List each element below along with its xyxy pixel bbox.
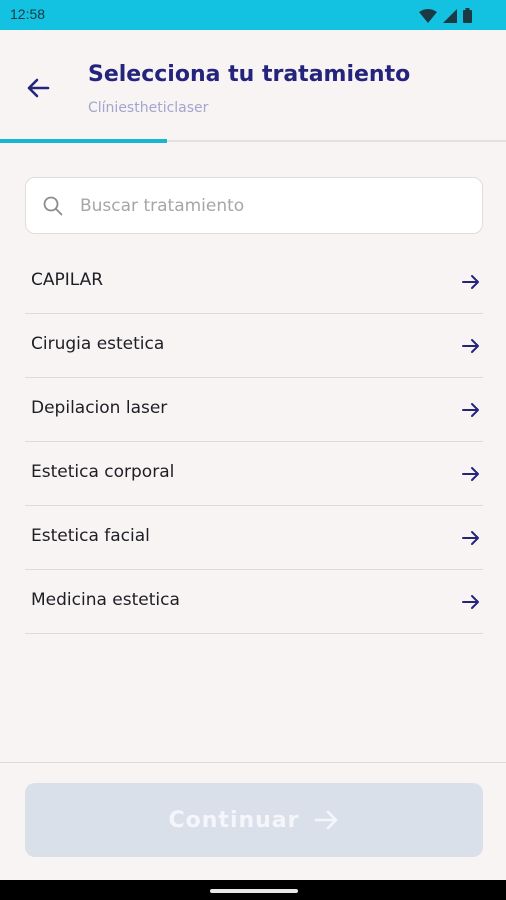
treatment-label: Cirugia estetica	[31, 334, 165, 354]
page-title: Selecciona tu tratamiento	[88, 62, 411, 87]
arrow-right-icon	[462, 467, 479, 481]
treatment-item-0[interactable]: CAPILAR	[25, 250, 483, 314]
search-box[interactable]	[25, 177, 483, 234]
clinic-name: Clíniestheticlaser	[88, 100, 209, 116]
treatment-item-5[interactable]: Medicina estetica	[25, 570, 483, 634]
footer-divider	[0, 762, 506, 763]
arrow-right-icon	[462, 531, 479, 545]
continue-button[interactable]: Continuar	[25, 783, 483, 857]
continue-label: Continuar	[168, 807, 300, 833]
arrow-right-icon	[462, 339, 479, 353]
arrow-right-icon	[314, 810, 337, 830]
search-input[interactable]	[80, 188, 470, 224]
treatment-item-3[interactable]: Estetica corporal	[25, 442, 483, 506]
arrow-right-icon	[462, 275, 479, 289]
back-button[interactable]	[18, 70, 58, 106]
wifi-icon	[419, 8, 437, 23]
battery-icon	[463, 8, 472, 23]
arrow-left-icon	[27, 78, 50, 98]
treatment-list: CAPILAR Cirugia estetica Depilacion lase…	[25, 250, 483, 634]
treatment-label: Estetica facial	[31, 526, 150, 546]
status-bar: 12:58	[0, 0, 506, 30]
treatment-label: Depilacion laser	[31, 398, 168, 418]
arrow-right-icon	[462, 595, 479, 609]
treatment-item-4[interactable]: Estetica facial	[25, 506, 483, 570]
signal-icon	[443, 8, 457, 23]
arrow-right-icon	[462, 403, 479, 417]
system-nav-bar	[0, 880, 506, 900]
status-time: 12:58	[10, 6, 46, 22]
header: Selecciona tu tratamiento Clíniestheticl…	[0, 30, 506, 142]
status-icons	[419, 8, 472, 23]
progress-track	[0, 139, 506, 143]
search-icon	[43, 196, 63, 216]
treatment-item-1[interactable]: Cirugia estetica	[25, 314, 483, 378]
home-handle[interactable]	[210, 889, 298, 893]
treatment-label: Medicina estetica	[31, 590, 180, 610]
treatment-label: CAPILAR	[31, 270, 104, 290]
progress-fill	[0, 139, 167, 143]
treatment-label: Estetica corporal	[31, 462, 175, 482]
treatment-item-2[interactable]: Depilacion laser	[25, 378, 483, 442]
